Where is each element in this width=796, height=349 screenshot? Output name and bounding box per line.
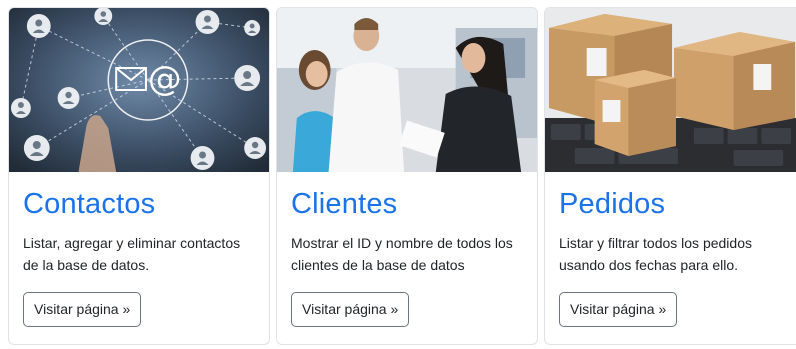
card-body: Clientes Mostrar el ID y nombre de todos… xyxy=(277,172,537,327)
card-body: Pedidos Listar y filtrar todos los pedid… xyxy=(545,172,796,327)
visit-page-button[interactable]: Visitar página » xyxy=(23,292,142,327)
card-description: Listar y filtrar todos los pedidos usand… xyxy=(559,235,752,273)
clients-shopping-illustration xyxy=(277,8,537,172)
card-contactos: @ Contactos Listar, agregar y eliminar c… xyxy=(8,7,270,345)
card-title: Pedidos xyxy=(559,188,666,220)
network-contacts-illustration: @ xyxy=(9,8,269,172)
parcel-boxes-image xyxy=(545,8,796,172)
parcel-boxes-illustration xyxy=(545,8,796,172)
card-deck: @ Contactos Listar, agregar y eliminar c… xyxy=(0,0,796,349)
card-pedidos: Pedidos Listar y filtrar todos los pedid… xyxy=(544,7,796,345)
card-description: Listar, agregar y eliminar contactos de … xyxy=(23,235,241,273)
visit-page-button[interactable]: Visitar página » xyxy=(559,292,678,327)
card-description: Mostrar el ID y nombre de todos los clie… xyxy=(291,235,513,273)
card-title: Contactos xyxy=(23,188,156,220)
card-title: Clientes xyxy=(291,188,398,220)
card-clientes: Clientes Mostrar el ID y nombre de todos… xyxy=(276,7,538,345)
network-contacts-image: @ xyxy=(9,8,269,172)
svg-text:@: @ xyxy=(148,59,182,98)
card-body: Contactos Listar, agregar y eliminar con… xyxy=(9,172,269,327)
clients-shopping-image xyxy=(277,8,537,172)
visit-page-button[interactable]: Visitar página » xyxy=(291,292,410,327)
